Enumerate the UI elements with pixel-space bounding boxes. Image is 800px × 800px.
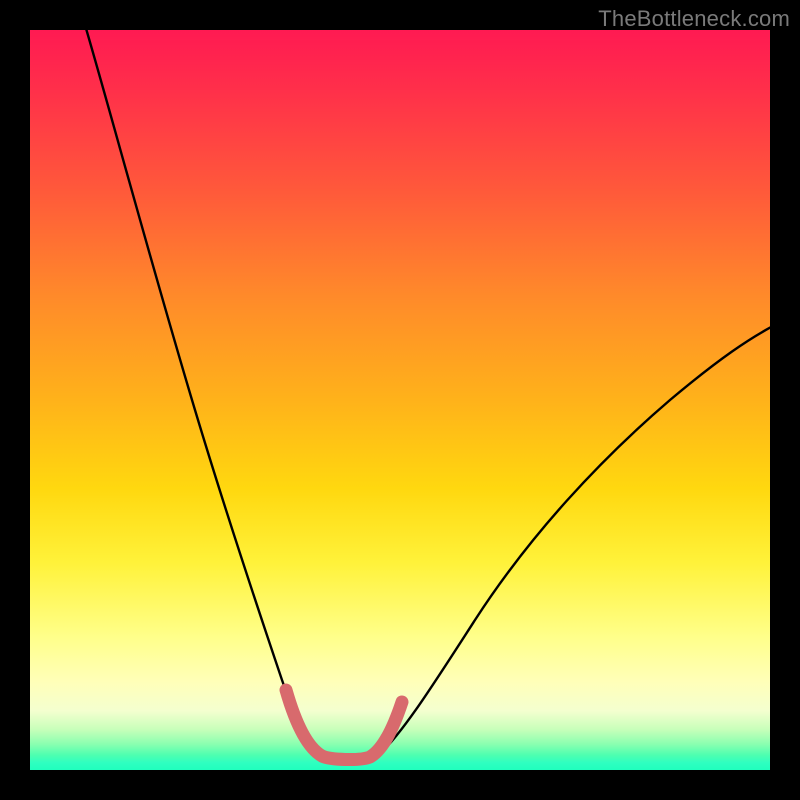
plot-area	[30, 30, 770, 770]
valley-highlight	[286, 690, 402, 760]
chart-frame: TheBottleneck.com	[0, 0, 800, 800]
curve-layer	[30, 30, 770, 770]
watermark-text: TheBottleneck.com	[598, 6, 790, 32]
bottleneck-curve-right	[375, 325, 770, 758]
bottleneck-curve-left	[85, 30, 322, 758]
